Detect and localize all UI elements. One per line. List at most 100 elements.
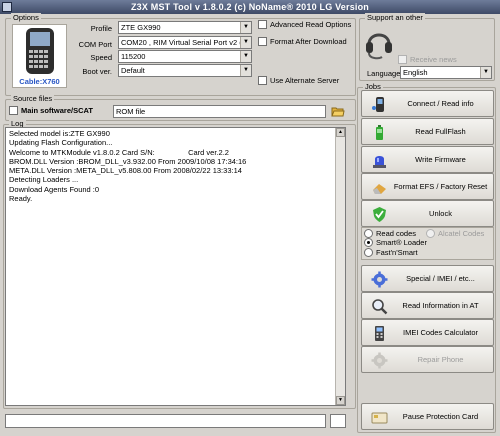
alcatel-codes-radio[interactable]: Alcatel Codes [426, 229, 484, 238]
format-efs-label: Format EFS / Factory Reset [393, 182, 488, 191]
language-label: Language [367, 69, 401, 78]
language-value: English [403, 68, 428, 77]
pause-protection-card-button[interactable]: Pause Protection Card [361, 403, 494, 430]
alcatel-codes-label: Alcatel Codes [438, 229, 485, 238]
read-info-at-label: Read Information in AT [402, 301, 479, 310]
gear-disabled-icon [371, 352, 388, 369]
checkbox-box[interactable] [9, 106, 18, 115]
language-select[interactable]: English ▼ [400, 66, 492, 79]
com-port-select[interactable]: COM20 , RIM Virtual Serial Port v2 (CO ▼ [118, 36, 252, 49]
log-line: Welcome to MTKModule v1.8.0.2 Card S/N: … [9, 147, 229, 157]
scroll-down-icon[interactable]: ▼ [336, 396, 345, 405]
checkbox-box[interactable] [258, 20, 267, 29]
chevron-down-icon: ▼ [240, 51, 251, 62]
pause-protection-card-label: Pause Protection Card [402, 412, 479, 421]
profile-select[interactable]: ZTE GX990 ▼ [118, 21, 252, 34]
calculator-phone-icon [375, 326, 384, 341]
log-line: Detecting Loaders ... [9, 175, 79, 185]
connect-read-info-button[interactable]: Connect / Read info [361, 90, 494, 117]
checkbox-box[interactable] [258, 37, 267, 46]
log-line: Download Agents Found :0 [9, 184, 100, 194]
radio-circle[interactable] [364, 229, 373, 238]
fast-smart-label: Fast'n'Smart [376, 248, 418, 257]
radio-circle[interactable] [426, 229, 435, 238]
speed-label: Speed [90, 53, 112, 62]
log-line: Ready. [9, 194, 33, 204]
imei-calculator-label: IMEI Codes Calculator [402, 328, 479, 337]
shield-check-icon [373, 207, 386, 222]
rom-file-input[interactable]: ROM file [113, 105, 326, 118]
profile-label: Profile [90, 24, 112, 33]
log-line: BROM.DLL Version :BROM_DLL_v3.932.00 Fro… [9, 156, 247, 166]
chevron-down-icon: ▼ [240, 65, 251, 76]
special-imei-button[interactable]: Special / IMEI / etc... [361, 265, 494, 292]
smart-loader-label: Smart® Loader [376, 238, 427, 247]
boot-ver-label: Boot ver. [82, 67, 112, 76]
log-line: Selected model is:ZTE GX990 [9, 129, 110, 138]
checkbox-box[interactable] [398, 55, 407, 64]
smart-loader-radio[interactable]: Smart® Loader [364, 238, 427, 247]
chevron-down-icon: ▼ [240, 37, 251, 48]
read-fullflash-label: Read FullFlash [415, 127, 466, 136]
smart-card-icon [371, 412, 388, 424]
magnifier-icon [372, 299, 388, 315]
rom-file-value: ROM file [116, 107, 146, 116]
eraser-icon [373, 184, 386, 194]
receive-news-checkbox[interactable]: Receive news [398, 55, 457, 64]
folder-icon [331, 107, 345, 117]
read-codes-label: Read codes [376, 229, 417, 238]
imei-calculator-button[interactable]: IMEI Codes Calculator [361, 319, 494, 346]
format-after-label: Format After Download [270, 37, 347, 46]
special-imei-label: Special / IMEI / etc... [406, 274, 475, 283]
log-output[interactable]: Selected model is:ZTE GX990 Updating Fla… [5, 127, 346, 406]
headset-icon [366, 33, 392, 60]
phone-connect-icon [372, 97, 384, 112]
gear-icon [371, 271, 388, 288]
speed-value: 115200 [121, 52, 146, 61]
main-software-checkbox[interactable]: Main software/SCAT [9, 106, 93, 115]
write-firmware-label: Write Firmware [415, 155, 466, 164]
log-line: META.DLL Version :META_DLL_v5.808.00 Fro… [9, 166, 242, 176]
scroll-up-icon[interactable]: ▲ [336, 128, 345, 137]
alt-server-checkbox[interactable]: Use Alternate Server [258, 76, 339, 85]
boot-ver-value: Default [121, 66, 145, 75]
radio-circle-selected[interactable] [364, 238, 373, 247]
repair-phone-label: Repair Phone [417, 355, 464, 364]
fast-smart-radio[interactable]: Fast'n'Smart [364, 248, 418, 257]
support-group-label: Support an other [365, 13, 425, 23]
unlock-label: Unlock [429, 209, 452, 218]
main-software-label: Main software/SCAT [21, 106, 93, 115]
log-line: Updating Flash Configuration... [9, 138, 113, 148]
radio-circle[interactable] [364, 248, 373, 257]
source-files-label: Source files [11, 94, 55, 104]
boot-ver-select[interactable]: Default ▼ [118, 64, 252, 77]
options-group-label: Options [11, 13, 41, 23]
connect-read-info-label: Connect / Read info [407, 99, 474, 108]
chevron-down-icon: ▼ [240, 22, 251, 33]
alt-server-label: Use Alternate Server [270, 76, 340, 85]
chevron-down-icon: ▼ [480, 67, 491, 78]
com-port-label: COM Port [78, 40, 112, 49]
title-bar: Z3X MST Tool v 1.8.0.2 (c) NoName® 2010 … [0, 0, 500, 14]
repair-phone-button[interactable]: Repair Phone [361, 346, 494, 373]
read-codes-radio[interactable]: Read codes [364, 229, 416, 238]
com-port-value: COM20 , RIM Virtual Serial Port v2 (CO [121, 38, 252, 47]
log-scrollbar[interactable]: ▲ ▼ [335, 128, 345, 405]
phone-cable-label: Cable:X760 [19, 77, 60, 86]
read-fullflash-button[interactable]: Read FullFlash [361, 118, 494, 145]
format-after-checkbox[interactable]: Format After Download [258, 37, 347, 46]
profile-value: ZTE GX990 [121, 23, 161, 32]
unlock-button[interactable]: Unlock [361, 200, 494, 227]
format-efs-button[interactable]: Format EFS / Factory Reset [361, 173, 494, 200]
battery-icon [376, 125, 383, 140]
progress-bar [5, 414, 326, 428]
write-firmware-button[interactable]: Write Firmware [361, 146, 494, 173]
read-info-at-button[interactable]: Read Information in AT [361, 292, 494, 319]
window-title: Z3X MST Tool v 1.8.0.2 (c) NoName® 2010 … [130, 2, 370, 12]
speed-select[interactable]: 115200 ▼ [118, 50, 252, 63]
advanced-read-checkbox[interactable]: Advanced Read Options [258, 20, 351, 29]
receive-news-label: Receive news [410, 55, 457, 64]
open-folder-button[interactable] [331, 104, 345, 118]
checkbox-box[interactable] [258, 76, 267, 85]
advanced-read-label: Advanced Read Options [270, 20, 352, 29]
